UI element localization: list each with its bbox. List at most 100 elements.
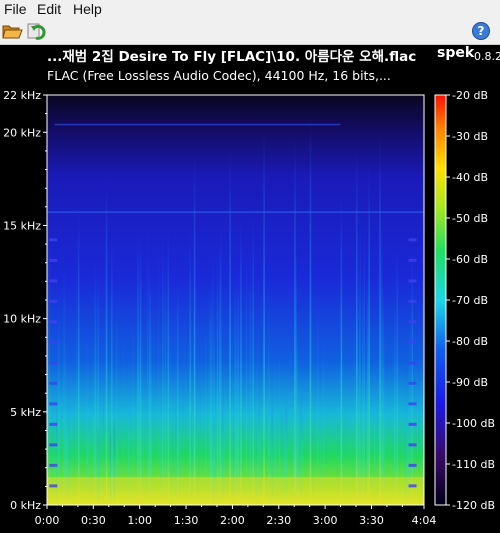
spectrogram-streak [231, 305, 233, 505]
harmonic-dot [408, 340, 417, 344]
y-tick-label: 0 kHz [10, 499, 41, 512]
spectrogram-streak [384, 303, 385, 505]
spectrogram-streak [252, 209, 254, 505]
spectrogram-streak [361, 263, 364, 505]
harmonic-dot [408, 381, 417, 385]
harmonic-dot [408, 361, 417, 365]
harmonic-dot [408, 238, 417, 242]
spectrogram-streak [218, 306, 221, 505]
x-tick-label: 0:00 [35, 514, 60, 527]
spectrogram-streak [317, 287, 319, 505]
spectrogram-plot [47, 95, 424, 505]
spectrogram-streak [409, 294, 411, 505]
harmonic-dot [49, 402, 58, 406]
y-axis: 0 kHz 5 kHz 10 kHz 15 kHz 20 kHz 22 kHz [3, 89, 47, 512]
spectrogram-peak-streak [240, 215, 242, 505]
spectrogram-streak [256, 303, 258, 505]
colorbar-tick-label: -100 dB [452, 417, 495, 430]
low-frequency-band [47, 477, 424, 505]
spectrogram-streak [393, 291, 396, 505]
colorbar-tick-label: -70 dB [452, 294, 488, 307]
spectrogram-streak [137, 218, 139, 505]
x-tick-label: 1:30 [174, 514, 199, 527]
cutoff-line [54, 123, 341, 126]
y-tick-label: 10 kHz [3, 313, 41, 326]
harmonic-dot [49, 258, 58, 262]
spectrogram-streak [151, 299, 152, 505]
harmonic-dot [49, 238, 58, 242]
spectrogram-streak [354, 293, 356, 505]
x-axis: 0:00 0:30 1:00 1:30 2:00 2:30 3:00 3:30 4:04 [35, 505, 437, 527]
harmonic-dot [49, 279, 58, 283]
spectrogram-streak [147, 216, 149, 505]
x-tick-label: 1:00 [127, 514, 152, 527]
harmonic-dot [49, 340, 58, 344]
spectrogram-peak-streak [379, 132, 381, 505]
colorbar-tick-label: -40 dB [452, 171, 488, 184]
x-tick-label: 3:00 [313, 514, 338, 527]
colorbar-tick-label: -60 dB [452, 253, 488, 266]
spectrogram-streak [76, 233, 77, 505]
y-tick-label: 5 kHz [10, 406, 41, 419]
colorbar-tick-label: -80 dB [452, 335, 488, 348]
spectrogram-peak-streak [193, 149, 196, 505]
spectrogram-peak-streak [77, 207, 80, 505]
spectrogram-chart: 0 kHz5 kHz10 kHz15 kHz20 kHz22 kHz 0:00 0… [3, 89, 495, 527]
x-tick-label: 3:30 [359, 514, 384, 527]
spectrogram-peak-streak [105, 172, 108, 505]
spectrogram-streak [208, 273, 211, 505]
spectrogram-streak [116, 283, 118, 505]
spectrogram-peak-streak [167, 225, 170, 505]
harmonic-dot [49, 381, 58, 385]
spectrogram-streak [63, 254, 66, 505]
colorbar-tick-label: -30 dB [452, 130, 488, 143]
x-tick-label: 2:30 [266, 514, 291, 527]
colorbar-tick-label: -110 dB [452, 458, 495, 471]
spectrogram-peak-streak [139, 234, 142, 505]
spectrogram-peak-streak [309, 114, 312, 505]
colorbar-axis: -20 dB -30 dB -40 dB -50 dB -60 dB -70 dB -80 … [446, 89, 495, 512]
spectrogram-streak [132, 303, 134, 505]
harmonic-dot [408, 484, 417, 488]
spectrogram-peak-streak [340, 191, 343, 505]
harmonic-dot [49, 463, 58, 467]
spectrogram-streak [158, 207, 159, 505]
spectrogram-streak [138, 313, 140, 505]
harmonic-dot [408, 299, 417, 303]
y-tick-label: 15 kHz [3, 219, 41, 232]
colorbar-tick-label: -50 dB [452, 212, 488, 225]
harmonic-dot [49, 422, 58, 426]
spectrogram-streak [94, 267, 97, 505]
harmonic-dot [49, 361, 58, 365]
spectrogram-streak [382, 280, 384, 505]
cutoff-line [47, 211, 424, 213]
spectrogram-streak [237, 260, 239, 505]
spectrogram-streak [246, 219, 247, 505]
spectrogram-streak [366, 262, 369, 505]
harmonic-dot [49, 443, 58, 447]
spectrogram-streak [214, 307, 215, 505]
spectrogram-peak-streak [229, 146, 231, 505]
spectrogram-streak [164, 247, 167, 505]
spectrogram-streak [411, 230, 413, 505]
spectrogram-streak [268, 282, 270, 505]
x-tick-label: 4:04 [412, 514, 437, 527]
spectrogram-peak-streak [356, 145, 358, 505]
harmonic-dot [408, 402, 417, 406]
harmonic-dot [408, 320, 417, 324]
spectrogram-streak [359, 210, 362, 505]
spectrogram-streak [170, 316, 172, 505]
spectrogram-streak [111, 252, 113, 505]
spectrogram-peak-streak [263, 126, 265, 505]
colorbar-tick-label: -90 dB [452, 376, 488, 389]
colorbar [435, 95, 446, 505]
spectrogram-streak [177, 273, 179, 505]
spectrogram-peak-streak [294, 137, 296, 505]
spectrogram-streak [148, 259, 151, 505]
spectrogram-streak [58, 304, 60, 505]
colorbar-tick-label: -120 dB [452, 499, 495, 512]
harmonic-dot [408, 463, 417, 467]
harmonic-dot [49, 484, 58, 488]
harmonic-dot [408, 422, 417, 426]
harmonic-dot [49, 299, 58, 303]
